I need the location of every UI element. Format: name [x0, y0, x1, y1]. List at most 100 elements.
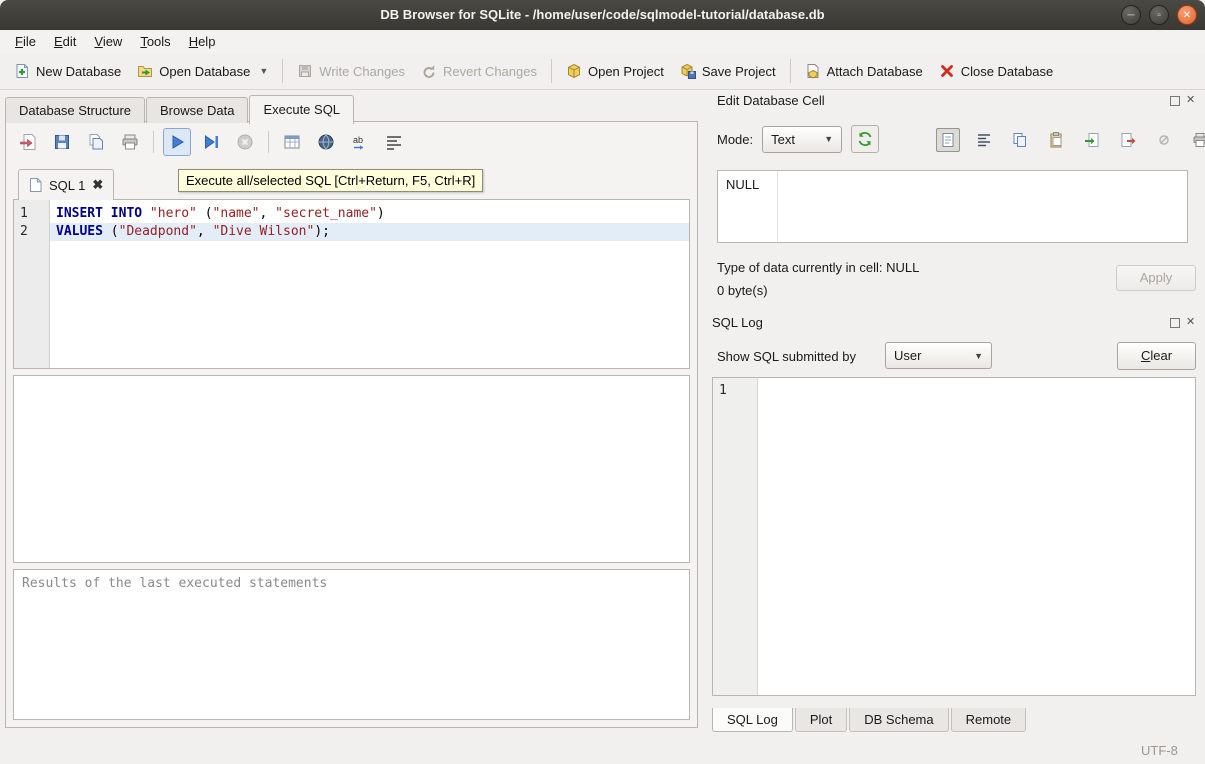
log-content[interactable] [758, 378, 1195, 695]
float-panel-icon[interactable] [1170, 318, 1180, 328]
mode-combo[interactable]: Text ▼ [762, 126, 842, 153]
main-toolbar: New Database Open Database ▼ Write Chang… [0, 53, 1205, 90]
open-sql-file-button[interactable] [14, 128, 42, 156]
toolbar-separator [551, 59, 552, 83]
toolbar-separator [282, 59, 283, 83]
code-line[interactable]: VALUES ("Deadpond", "Dive Wilson"); [50, 223, 689, 241]
cell-print-button[interactable] [1188, 128, 1205, 152]
write-changes-button[interactable]: Write Changes [289, 58, 413, 84]
menu-item-view[interactable]: View [85, 32, 131, 51]
bottom-tab-sql-log[interactable]: SQL Log [712, 708, 793, 732]
cell-import-icon [1083, 131, 1101, 149]
save-project-button[interactable]: Save Project [672, 58, 784, 84]
cell-value-editor[interactable]: NULL [717, 170, 1188, 243]
tab-browse-data[interactable]: Browse Data [146, 97, 248, 123]
cell-editor-icon-group [936, 128, 1205, 152]
cell-value: NULL [718, 171, 778, 242]
stop-button[interactable] [231, 128, 259, 156]
menu-item-help[interactable]: Help [180, 32, 225, 51]
revert-changes-label: Revert Changes [443, 64, 537, 79]
sql-log-area[interactable]: 1 [712, 377, 1196, 696]
cell-align-button[interactable] [972, 128, 996, 152]
float-panel-icon[interactable] [1170, 96, 1180, 106]
editor-code[interactable]: INSERT INTO "hero" ("name", "secret_name… [50, 200, 689, 368]
cell-type-info: Type of data currently in cell: NULL [717, 260, 919, 275]
line-number: 2 [14, 223, 49, 241]
cell-mode-row: Mode: Text ▼ [717, 125, 879, 153]
log-filter-label: Show SQL submitted by [717, 349, 856, 364]
bottom-tab-db-schema[interactable]: DB Schema [849, 708, 948, 732]
open-project-label: Open Project [588, 64, 664, 79]
execute-line-icon [201, 132, 221, 152]
log-filter-value: User [894, 348, 921, 363]
cell-set-null-icon [1155, 131, 1173, 149]
line-number: 1 [14, 205, 49, 223]
execute-line-button[interactable] [197, 128, 225, 156]
log-gutter: 1 [713, 378, 758, 695]
revert-changes-button[interactable]: Revert Changes [413, 58, 545, 84]
log-dock-controls: ✕ [1170, 317, 1195, 328]
auto-switch-mode-button[interactable] [851, 125, 879, 153]
cell-set-null-button[interactable] [1152, 128, 1176, 152]
open-database-dropdown-icon[interactable]: ▼ [259, 66, 268, 76]
close-sql-tab-icon[interactable]: ✖ [92, 177, 103, 193]
execute-all-button[interactable] [163, 128, 191, 156]
cell-text-mode-button[interactable] [936, 128, 960, 152]
word-wrap-button[interactable] [312, 128, 340, 156]
status-encoding: UTF-8 [1141, 743, 1178, 758]
close-database-button[interactable]: Close Database [931, 58, 1062, 84]
open-database-icon [137, 63, 153, 79]
sql-editor[interactable]: 12 INSERT INTO "hero" ("name", "secret_n… [13, 199, 690, 369]
cell-export-icon [1119, 131, 1137, 149]
menu-item-edit[interactable]: Edit [45, 32, 85, 51]
menu-item-file[interactable]: File [6, 32, 45, 51]
sql-document-tab[interactable]: SQL 1 ✖ [18, 169, 114, 200]
save-project-label: Save Project [702, 64, 776, 79]
menu-item-tools[interactable]: Tools [131, 32, 179, 51]
export-results-icon [282, 132, 302, 152]
cell-copy-button[interactable] [1008, 128, 1032, 152]
export-results-button[interactable] [278, 128, 306, 156]
sql-toolbar: ab [14, 128, 408, 156]
cell-export-button[interactable] [1116, 128, 1140, 152]
save-as-button[interactable] [82, 128, 110, 156]
close-panel-icon[interactable]: ✕ [1186, 317, 1195, 328]
new-database-button[interactable]: New Database [6, 58, 129, 84]
tooltip: Execute all/selected SQL [Ctrl+Return, F… [178, 169, 483, 192]
results-message-pane[interactable]: Results of the last executed statements [13, 569, 690, 720]
code-line[interactable]: INSERT INTO "hero" ("name", "secret_name… [50, 205, 689, 223]
bottom-tabs: SQL LogPlotDB SchemaRemote [712, 708, 1028, 732]
minimize-button[interactable]: ─ [1121, 5, 1141, 25]
log-line-number: 1 [713, 382, 757, 400]
format-sql-button[interactable] [380, 128, 408, 156]
cell-align-icon [975, 131, 993, 149]
cell-import-button[interactable] [1080, 128, 1104, 152]
tab-execute-sql[interactable]: Execute SQL [249, 95, 354, 124]
close-panel-icon[interactable]: ✕ [1186, 95, 1195, 106]
open-project-icon [566, 63, 582, 79]
cell-print-icon [1191, 131, 1205, 149]
bottom-tab-remote[interactable]: Remote [951, 708, 1027, 732]
tab-database-structure[interactable]: Database Structure [5, 97, 145, 123]
results-grid[interactable] [13, 375, 690, 563]
close-window-button[interactable]: ✕ [1177, 5, 1197, 25]
open-sql-file-icon [18, 132, 38, 152]
attach-database-button[interactable]: Attach Database [797, 58, 931, 84]
attach-database-label: Attach Database [827, 64, 923, 79]
new-database-icon [14, 63, 30, 79]
maximize-button[interactable]: ▫ [1149, 5, 1169, 25]
find-replace-icon: ab [350, 132, 370, 152]
clear-button[interactable]: Clear [1117, 342, 1196, 370]
open-database-button[interactable]: Open Database ▼ [129, 58, 276, 84]
apply-button[interactable]: Apply [1116, 265, 1196, 291]
save-sql-file-button[interactable] [48, 128, 76, 156]
log-filter-combo[interactable]: User ▼ [885, 342, 992, 369]
cell-paste-button[interactable] [1044, 128, 1068, 152]
open-project-button[interactable]: Open Project [558, 58, 672, 84]
find-replace-button[interactable]: ab [346, 128, 374, 156]
bottom-tab-plot[interactable]: Plot [795, 708, 847, 732]
print-button[interactable] [116, 128, 144, 156]
auto-switch-mode-icon [856, 130, 874, 148]
cell-text-mode-icon [939, 131, 957, 149]
execute-all-icon [167, 132, 187, 152]
